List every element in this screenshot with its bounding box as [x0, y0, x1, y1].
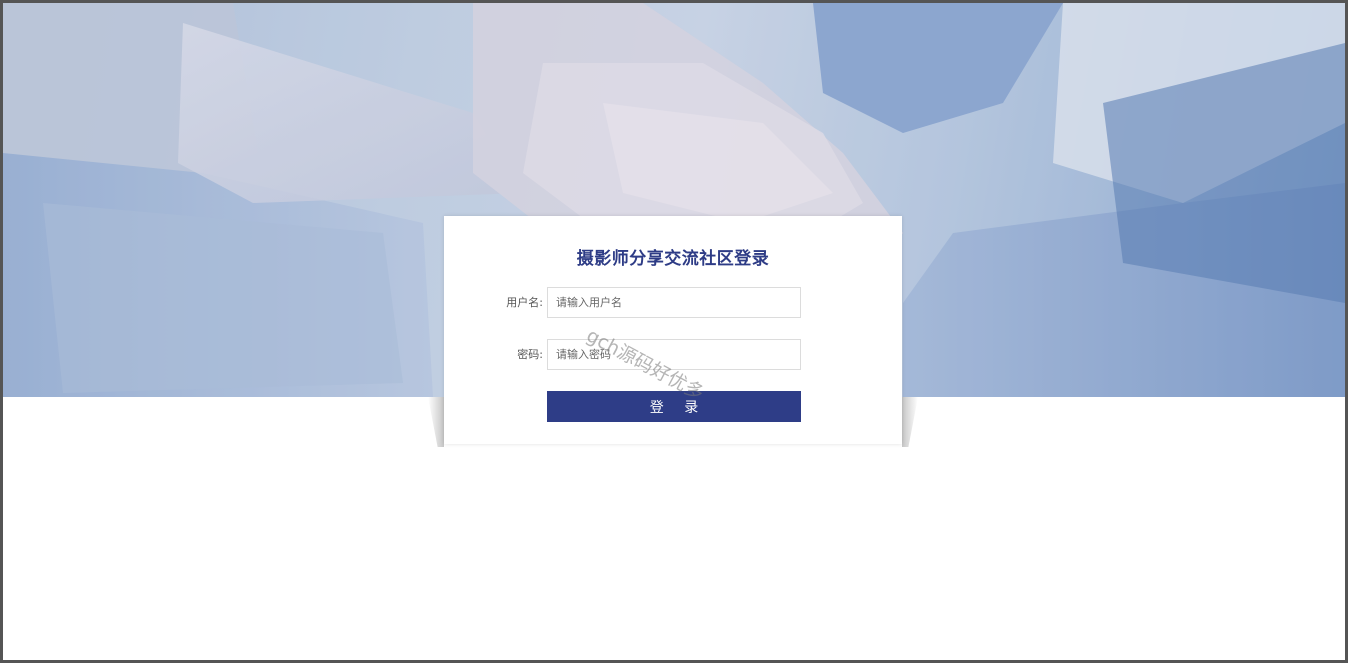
username-label: 用户名: [506, 296, 543, 309]
password-label: 密码: [517, 348, 543, 361]
login-card: 摄影师分享交流社区登录 用户名: 密码: 登 录 [444, 216, 902, 444]
login-button[interactable]: 登 录 [547, 391, 801, 422]
username-row: 用户名: [444, 287, 902, 319]
card-shadow-right [902, 397, 918, 447]
browser-viewport: 摄影师分享交流社区登录 用户名: 密码: 登 录 gch源码好优多 [0, 0, 1348, 663]
password-row: 密码: [444, 339, 902, 371]
card-shadow-left [428, 397, 444, 447]
login-title: 摄影师分享交流社区登录 [576, 249, 770, 269]
username-input[interactable] [547, 287, 801, 318]
password-input[interactable] [547, 339, 801, 370]
